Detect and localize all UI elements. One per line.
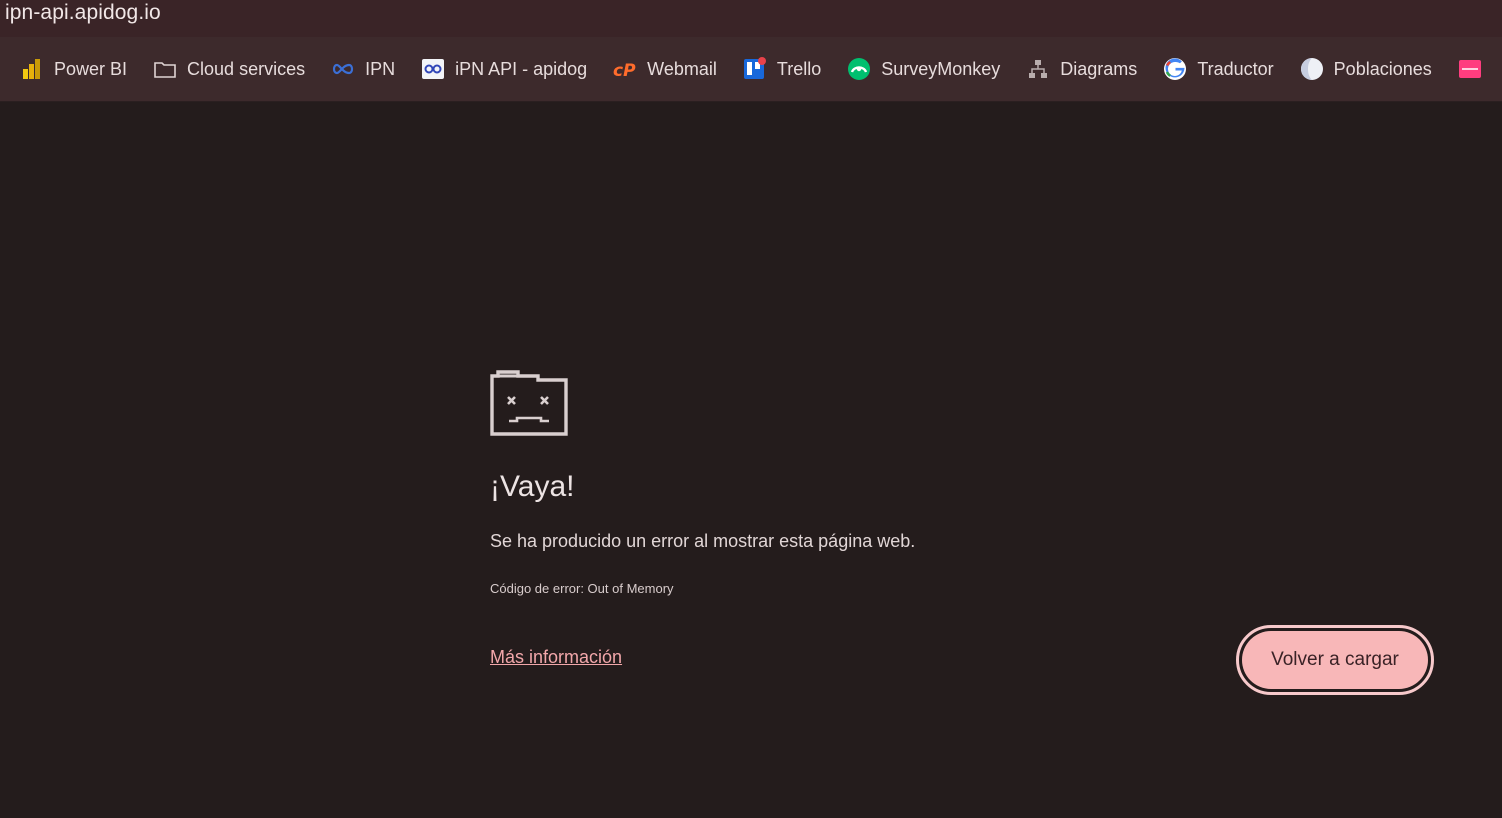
sad-folder-icon <box>490 370 568 436</box>
powerbi-icon <box>20 57 44 81</box>
pink-site-icon <box>1458 57 1482 81</box>
globe-icon <box>1300 57 1324 81</box>
more-info-link[interactable]: Más información <box>490 647 622 668</box>
bookmark-label: Trello <box>776 58 822 79</box>
bookmark-power-bi[interactable]: Power BI <box>0 49 127 89</box>
address-bar[interactable]: ipn-api.apidog.io <box>0 0 1502 37</box>
cpanel-icon: cP <box>613 57 637 81</box>
reload-button-outline: Volver a cargar <box>1236 625 1434 695</box>
bookmark-label: Diagrams <box>1060 58 1138 79</box>
bookmark-ipn[interactable]: IPN <box>311 49 395 89</box>
bookmark-label: SurveyMonkey <box>881 58 1001 79</box>
apidog-icon <box>421 57 445 81</box>
bookmark-label: Webmail <box>647 58 717 79</box>
bookmark-surveymonkey[interactable]: SurveyMonkey <box>827 49 1000 89</box>
bookmarks-bar: Power BI Cloud services IPN iPN API - ap… <box>0 37 1502 102</box>
error-title: ¡Vaya! <box>490 470 575 503</box>
error-code: Código de error: Out of Memory <box>490 581 674 596</box>
svg-text:cP: cP <box>613 61 636 81</box>
google-icon <box>1163 57 1187 81</box>
bookmark-webmail[interactable]: cP Webmail <box>593 49 717 89</box>
bookmark-label: Cloud services <box>187 58 306 79</box>
bookmark-cloud-services[interactable]: Cloud services <box>133 49 305 89</box>
reload-button[interactable]: Volver a cargar <box>1242 631 1428 689</box>
folder-icon <box>153 57 177 81</box>
bookmark-label: Power BI <box>54 58 128 79</box>
bookmark-trello[interactable]: Trello <box>723 49 821 89</box>
bookmark-ipn-api-apidog[interactable]: iPN API - apidog <box>401 49 587 89</box>
url-text[interactable]: ipn-api.apidog.io <box>5 1 161 25</box>
bookmark-poblaciones[interactable]: Poblaciones <box>1280 49 1432 89</box>
bookmark-label: iPN API - apidog <box>455 58 588 79</box>
bookmark-traductor[interactable]: Traductor <box>1143 49 1274 89</box>
surveymonkey-icon <box>847 57 871 81</box>
error-message: Se ha producido un error al mostrar esta… <box>490 531 916 551</box>
bookmark-label: Poblaciones <box>1333 58 1432 79</box>
bookmark-diagrams[interactable]: Diagrams <box>1006 49 1137 89</box>
infinity-icon <box>331 57 355 81</box>
diagram-icon <box>1026 57 1050 81</box>
bookmark-label: IPN <box>365 58 396 79</box>
trello-icon <box>743 57 767 81</box>
bookmark-overflow[interactable] <box>1438 49 1492 89</box>
bookmark-label: Traductor <box>1197 58 1274 79</box>
